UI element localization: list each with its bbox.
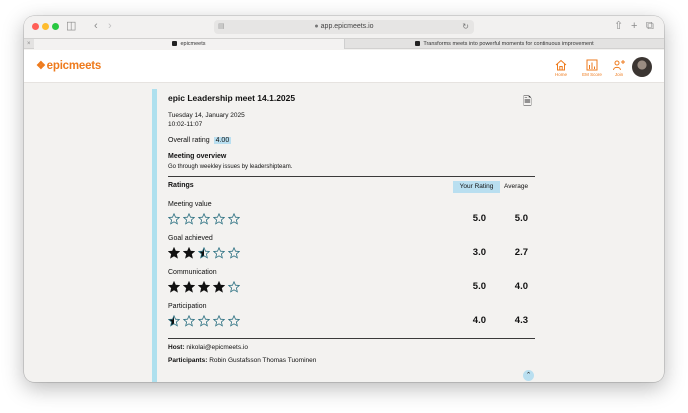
star-icon[interactable]: [198, 315, 210, 327]
logo-text: epicmeets: [46, 60, 102, 72]
rating-label: Goal achieved: [168, 235, 213, 242]
host-label: Host:: [168, 344, 185, 351]
close-tab-icon[interactable]: ×: [27, 39, 31, 49]
tab-epicmeets[interactable]: epicmeets: [34, 39, 344, 49]
browser-titlebar: ◫ ‹ › ▤ ● app.epicmeets.io ↻ ⇧ + ⧉: [24, 16, 664, 38]
meeting-datetime: Tuesday 14, January 2025 10:02-11:07: [168, 112, 245, 129]
nav-join-label: Join: [614, 72, 624, 77]
star-rating[interactable]: [168, 247, 243, 259]
avatar[interactable]: [632, 57, 652, 77]
back-icon[interactable]: ‹: [94, 19, 98, 33]
nav-home-label: Home: [554, 72, 567, 77]
forward-icon[interactable]: ›: [108, 19, 112, 33]
rating-label: Communication: [168, 269, 217, 276]
share-icon[interactable]: ⇧: [614, 19, 623, 33]
meeting-time: 10:02-11:07: [168, 120, 203, 128]
nav-join[interactable]: Join: [606, 58, 632, 78]
your-rating-value: 5.0: [472, 281, 486, 292]
zoom-window-button[interactable]: [52, 23, 59, 30]
meeting-title: epic Leadership meet 14.1.2025: [168, 93, 296, 103]
star-icon[interactable]: [168, 281, 180, 293]
your-rating-value: 3.0: [472, 247, 486, 258]
main-content: epic Leadership meet 14.1.2025 🗎 Tuesday…: [24, 83, 664, 382]
logo-mark-icon: ❖: [36, 60, 46, 72]
meeting-card: epic Leadership meet 14.1.2025 🗎 Tuesday…: [152, 89, 535, 382]
tab-overview-icon[interactable]: ⧉: [646, 19, 654, 33]
reload-icon[interactable]: ↻: [462, 20, 469, 34]
star-icon[interactable]: [168, 247, 180, 259]
lock-icon: ●: [314, 23, 319, 30]
address-bar[interactable]: ▤ ● app.epicmeets.io ↻: [214, 20, 474, 34]
home-icon: [555, 59, 567, 71]
star-icon[interactable]: [213, 247, 225, 259]
chevron-up-icon: ⌃: [525, 372, 532, 379]
star-icon[interactable]: [228, 247, 240, 259]
divider: [168, 176, 535, 177]
tab-bar: × epicmeets Transforms meets into powerf…: [24, 38, 664, 49]
epicmeets-favicon-icon: [172, 41, 178, 47]
nav-home[interactable]: Home: [548, 58, 574, 78]
participants-line: Participants: Robin Gustafsson Thomas Tu…: [168, 357, 316, 364]
host-line: Host: nikolai@epicmeets.io: [168, 344, 248, 351]
rating-label: Participation: [168, 303, 207, 310]
star-icon[interactable]: [168, 213, 180, 225]
star-rating[interactable]: [168, 281, 243, 293]
star-icon[interactable]: [198, 247, 210, 259]
ratings-heading: Ratings: [168, 182, 194, 189]
star-icon[interactable]: [168, 315, 180, 327]
overall-rating-label: Overall rating: [168, 137, 210, 144]
new-tab-icon[interactable]: +: [631, 19, 637, 33]
chart-icon: [586, 59, 598, 71]
report-icon[interactable]: 🗎: [523, 93, 532, 112]
sidebar-toggle-icon[interactable]: ◫: [66, 19, 76, 33]
participants-label: Participants:: [168, 357, 208, 364]
star-icon[interactable]: [183, 213, 195, 225]
your-rating-value: 5.0: [472, 213, 486, 224]
star-icon[interactable]: [228, 315, 240, 327]
star-icon[interactable]: [183, 281, 195, 293]
star-rating[interactable]: [168, 213, 243, 225]
tab-label: Transforms meets into powerful moments f…: [423, 41, 594, 47]
your-rating-header: Your Rating: [453, 181, 500, 193]
overview-text: Go through weekley issues by leadershipt…: [168, 164, 293, 170]
epicmeets-favicon-icon: [415, 41, 421, 47]
average-value: 4.0: [514, 281, 528, 292]
tab-label: epicmeets: [180, 41, 206, 47]
nav-em-score[interactable]: EM Score: [579, 58, 605, 78]
rating-label: Meeting value: [168, 201, 212, 208]
star-rating[interactable]: [168, 315, 243, 327]
browser-window: ◫ ‹ › ▤ ● app.epicmeets.io ↻ ⇧ + ⧉ × epic…: [24, 16, 664, 382]
average-value: 4.3: [514, 315, 528, 326]
epicmeets-logo[interactable]: ❖epicmeets: [36, 59, 101, 72]
overall-rating-value: 4.00: [213, 137, 232, 144]
average-value: 2.7: [514, 247, 528, 258]
average-value: 5.0: [514, 213, 528, 224]
star-icon[interactable]: [183, 315, 195, 327]
divider: [168, 338, 535, 339]
star-icon[interactable]: [213, 213, 225, 225]
average-header: Average: [504, 183, 529, 190]
tab-transforms[interactable]: Transforms meets into powerful moments f…: [344, 39, 664, 49]
participants-value: Robin Gustafsson Thomas Tuominen: [209, 357, 317, 364]
app-header: ❖epicmeets Home EM Score Join: [24, 50, 664, 83]
star-icon[interactable]: [213, 315, 225, 327]
star-icon[interactable]: [228, 213, 240, 225]
overview-heading: Meeting overview: [168, 153, 227, 160]
close-window-button[interactable]: [32, 23, 39, 30]
your-rating-value: 4.0: [472, 315, 486, 326]
star-icon[interactable]: [198, 281, 210, 293]
nav-em-score-label: EM Score: [582, 72, 602, 77]
scroll-up-button[interactable]: ⌃: [523, 370, 534, 381]
star-icon[interactable]: [183, 247, 195, 259]
join-icon: [613, 60, 625, 71]
meeting-date: Tuesday 14, January 2025: [168, 112, 245, 119]
url-text: app.epicmeets.io: [320, 23, 374, 30]
star-icon[interactable]: [213, 281, 225, 293]
star-icon[interactable]: [228, 281, 240, 293]
overall-rating: Overall rating 4.00: [168, 137, 232, 144]
page-settings-icon[interactable]: ▤: [218, 20, 225, 34]
minimize-window-button[interactable]: [42, 23, 49, 30]
star-icon[interactable]: [198, 213, 210, 225]
host-value: nikolai@epicmeets.io: [186, 344, 248, 351]
